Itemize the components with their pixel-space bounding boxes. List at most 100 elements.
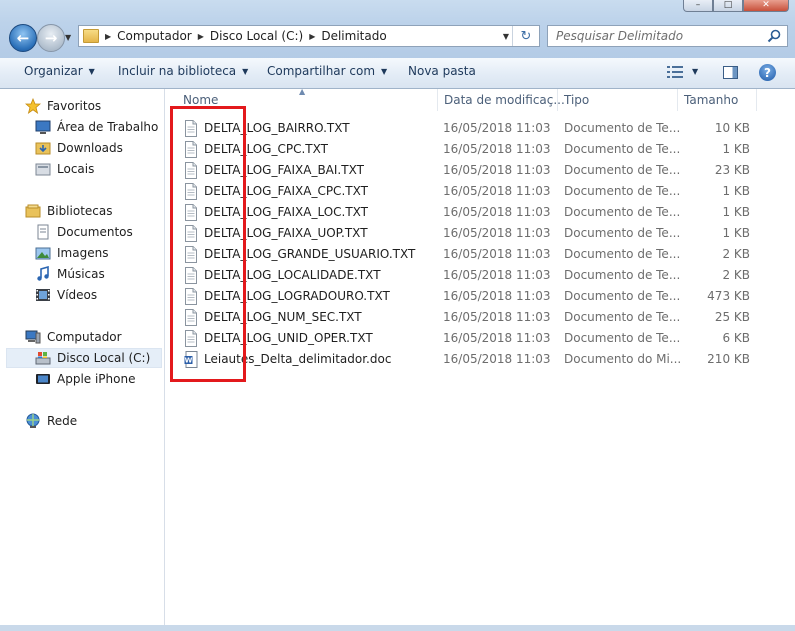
file-size: 210 KB xyxy=(707,352,750,366)
organize-button[interactable]: Organizar ▼ xyxy=(24,64,95,78)
nav-downloads[interactable]: Downloads xyxy=(0,138,163,158)
include-library-button[interactable]: Incluir na biblioteca ▼ xyxy=(118,64,248,78)
command-bar: Organizar ▼ Incluir na biblioteca ▼ Compar… xyxy=(0,58,795,89)
file-date: 16/05/2018 11:03 xyxy=(443,142,551,156)
refresh-button[interactable]: ↻ xyxy=(512,26,539,46)
back-button[interactable]: ← xyxy=(9,24,37,52)
file-row[interactable]: DELTA_LOG_FAIXA_LOC.TXT 16/05/2018 11:03 D… xyxy=(165,202,765,223)
nav-desktop[interactable]: Área de Trabalho xyxy=(0,117,163,137)
column-header-date[interactable]: Data de modificaç... xyxy=(438,89,565,111)
file-size: 2 KB xyxy=(722,247,750,261)
file-size: 25 KB xyxy=(714,310,750,324)
file-date: 16/05/2018 11:03 xyxy=(443,352,551,366)
file-size: 1 KB xyxy=(722,184,750,198)
file-row[interactable]: DELTA_LOG_FAIXA_BAI.TXT 16/05/2018 11:03 D… xyxy=(165,160,765,181)
search-input[interactable]: Pesquisar Delimitado xyxy=(547,25,788,47)
file-date: 16/05/2018 11:03 xyxy=(443,121,551,135)
status-bar xyxy=(0,625,795,631)
hard-drive-icon xyxy=(35,352,51,365)
nav-documents[interactable]: Documentos xyxy=(0,222,163,242)
nav-local-disk[interactable]: Disco Local (C:) xyxy=(6,348,162,368)
file-type: Documento do Mi... xyxy=(564,352,682,366)
nav-documents-label: Documentos xyxy=(57,225,133,239)
file-row[interactable]: DELTA_LOG_LOCALIDADE.TXT 16/05/2018 11:03… xyxy=(165,265,765,286)
search-icon[interactable] xyxy=(766,28,782,44)
file-row[interactable]: DELTA_LOG_CPC.TXT 16/05/2018 11:03 Documen… xyxy=(165,139,765,160)
new-folder-button[interactable]: Nova pasta xyxy=(408,64,476,78)
file-type: Documento de Te... xyxy=(564,331,681,345)
chevron-down-icon: ▼ xyxy=(381,67,388,76)
recent-pages-dropdown[interactable]: ▼ xyxy=(65,33,71,42)
maximize-button[interactable]: □ xyxy=(713,0,743,12)
column-header-name-label: Nome xyxy=(183,93,219,107)
minimize-button[interactable]: – xyxy=(683,0,713,12)
share-with-button[interactable]: Compartilhar com ▼ xyxy=(267,64,387,78)
file-type: Documento de Te... xyxy=(564,289,681,303)
nav-music-label: Músicas xyxy=(57,267,105,281)
search-placeholder: Pesquisar Delimitado xyxy=(556,29,684,43)
file-row[interactable]: W Leiautes_Delta_delimitador.doc 16/05/201… xyxy=(165,349,765,370)
file-row[interactable]: DELTA_LOG_UNID_OPER.TXT 16/05/2018 11:03 D… xyxy=(165,328,765,349)
file-row[interactable]: DELTA_LOG_NUM_SEC.TXT 16/05/2018 11:03 Doc… xyxy=(165,307,765,328)
recent-places-icon xyxy=(35,163,51,176)
nav-iphone[interactable]: Apple iPhone xyxy=(0,369,163,389)
nav-libraries[interactable]: Bibliotecas xyxy=(0,201,163,221)
refresh-icon: ↻ xyxy=(520,28,532,44)
forward-arrow-icon: → xyxy=(44,29,58,47)
file-type: Documento de Te... xyxy=(564,121,681,135)
preview-pane-icon[interactable] xyxy=(723,66,738,79)
chevron-right-icon[interactable]: ▶ xyxy=(198,32,204,41)
file-date: 16/05/2018 11:03 xyxy=(443,268,551,282)
column-header-size[interactable]: Tamanho xyxy=(678,89,757,111)
address-history-dropdown[interactable]: ▼ xyxy=(503,32,509,41)
nav-images[interactable]: Imagens xyxy=(0,243,163,263)
file-type: Documento de Te... xyxy=(564,142,681,156)
forward-button[interactable]: → xyxy=(37,24,65,52)
file-row[interactable]: DELTA_LOG_LOGRADOURO.TXT 16/05/2018 11:03… xyxy=(165,286,765,307)
file-size: 23 KB xyxy=(714,163,750,177)
column-header-date-label: Data de modificaç... xyxy=(444,93,565,107)
view-details-icon[interactable] xyxy=(667,66,683,78)
nav-network[interactable]: Rede xyxy=(0,411,163,431)
nav-music[interactable]: Músicas xyxy=(0,264,163,284)
nav-computer[interactable]: Computador xyxy=(0,327,163,347)
file-date: 16/05/2018 11:03 xyxy=(443,163,551,177)
nav-places[interactable]: Locais xyxy=(0,159,163,179)
file-type: Documento de Te... xyxy=(564,310,681,324)
breadcrumb-computer[interactable]: Computador xyxy=(117,29,192,43)
file-date: 16/05/2018 11:03 xyxy=(443,247,551,261)
nav-iphone-label: Apple iPhone xyxy=(57,372,136,386)
file-row[interactable]: DELTA_LOG_GRANDE_USUARIO.TXT 16/05/2018 1… xyxy=(165,244,765,265)
chevron-right-icon[interactable]: ▶ xyxy=(309,32,315,41)
file-size: 1 KB xyxy=(722,142,750,156)
title-bar: – □ ✕ ← → ▼ ▶ Computador ▶ Disco Local (… xyxy=(0,0,795,58)
file-size: 6 KB xyxy=(722,331,750,345)
file-row[interactable]: DELTA_LOG_BAIRRO.TXT 16/05/2018 11:03 Docu… xyxy=(165,118,765,139)
address-bar[interactable]: ▶ Computador ▶ Disco Local (C:) ▶ Delimi… xyxy=(78,25,540,47)
file-type: Documento de Te... xyxy=(564,163,681,177)
nav-videos-label: Vídeos xyxy=(57,288,98,302)
file-type: Documento de Te... xyxy=(564,184,681,198)
film-icon xyxy=(36,289,50,301)
file-date: 16/05/2018 11:03 xyxy=(443,205,551,219)
file-type: Documento de Te... xyxy=(564,205,681,219)
file-row[interactable]: DELTA_LOG_FAIXA_UOP.TXT 16/05/2018 11:03 D… xyxy=(165,223,765,244)
help-icon[interactable]: ? xyxy=(759,64,776,81)
file-row[interactable]: DELTA_LOG_FAIXA_CPC.TXT 16/05/2018 11:03 D… xyxy=(165,181,765,202)
view-options-dropdown[interactable]: ▼ xyxy=(692,67,698,76)
close-button[interactable]: ✕ xyxy=(743,0,789,12)
file-list-pane: ▲ Nome Data de modificaç... Tipo Tamanho… xyxy=(165,87,795,625)
sort-ascending-icon: ▲ xyxy=(299,87,306,96)
desktop-icon xyxy=(35,120,51,134)
nav-favorites[interactable]: Favoritos xyxy=(0,96,163,116)
chevron-down-icon: ▼ xyxy=(88,67,95,76)
breadcrumb-delimitado[interactable]: Delimitado xyxy=(321,29,386,43)
chevron-right-icon[interactable]: ▶ xyxy=(105,32,111,41)
nav-videos[interactable]: Vídeos xyxy=(0,285,163,305)
nav-local-disk-label: Disco Local (C:) xyxy=(57,351,151,365)
column-header-type[interactable]: Tipo xyxy=(558,89,678,111)
file-size: 1 KB xyxy=(722,226,750,240)
file-date: 16/05/2018 11:03 xyxy=(443,226,551,240)
annotation-highlight-box xyxy=(170,106,246,382)
breadcrumb-local-disk[interactable]: Disco Local (C:) xyxy=(210,29,303,43)
